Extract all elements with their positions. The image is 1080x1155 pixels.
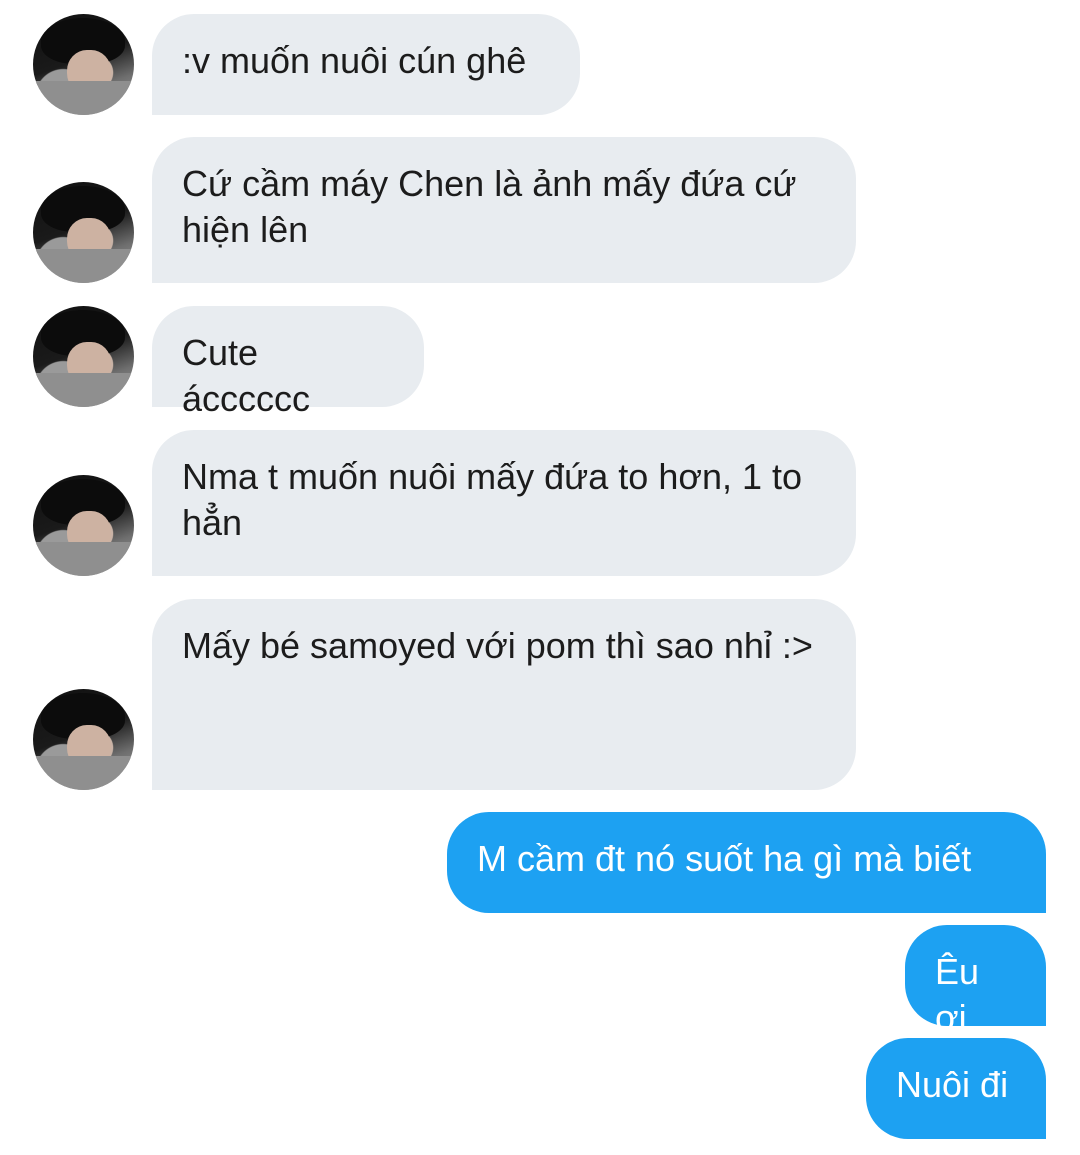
sender-avatar[interactable] bbox=[33, 306, 134, 407]
message-text: Êu ơi bbox=[935, 951, 980, 1038]
sender-avatar[interactable] bbox=[33, 182, 134, 283]
incoming-message[interactable]: :v muốn nuôi cún ghê bbox=[152, 14, 580, 115]
message-text: Nuôi đi bbox=[896, 1064, 1009, 1105]
message-text: Mấy bé samoyed với pom thì sao nhỉ :> bbox=[182, 625, 813, 666]
outgoing-message[interactable]: Êu ơi bbox=[905, 925, 1046, 1038]
sender-avatar[interactable] bbox=[33, 689, 134, 790]
incoming-message[interactable]: Mấy bé samoyed với pom thì sao nhỉ :> bbox=[152, 599, 856, 790]
incoming-message[interactable]: Nma t muốn nuôi mấy đứa to hơn, 1 to hẳn bbox=[152, 430, 856, 576]
incoming-message[interactable]: Cứ cầm máy Chen là ảnh mấy đứa cứ hiện l… bbox=[152, 137, 856, 283]
outgoing-message[interactable]: M cầm đt nó suốt ha gì mà biết bbox=[447, 812, 1046, 913]
message-text: Nma t muốn nuôi mấy đứa to hơn, 1 to hẳn bbox=[182, 456, 803, 543]
outgoing-message[interactable]: Nuôi đi bbox=[866, 1038, 1046, 1139]
message-text: Cứ cầm máy Chen là ảnh mấy đứa cứ hiện l… bbox=[182, 163, 797, 250]
message-text: :v muốn nuôi cún ghê bbox=[182, 40, 527, 81]
message-text: M cầm đt nó suốt ha gì mà biết bbox=[477, 838, 972, 879]
incoming-message[interactable]: Cute ácccccc bbox=[152, 306, 424, 419]
message-text: Cute ácccccc bbox=[182, 332, 311, 419]
sender-avatar[interactable] bbox=[33, 475, 134, 576]
sender-avatar[interactable] bbox=[33, 14, 134, 115]
